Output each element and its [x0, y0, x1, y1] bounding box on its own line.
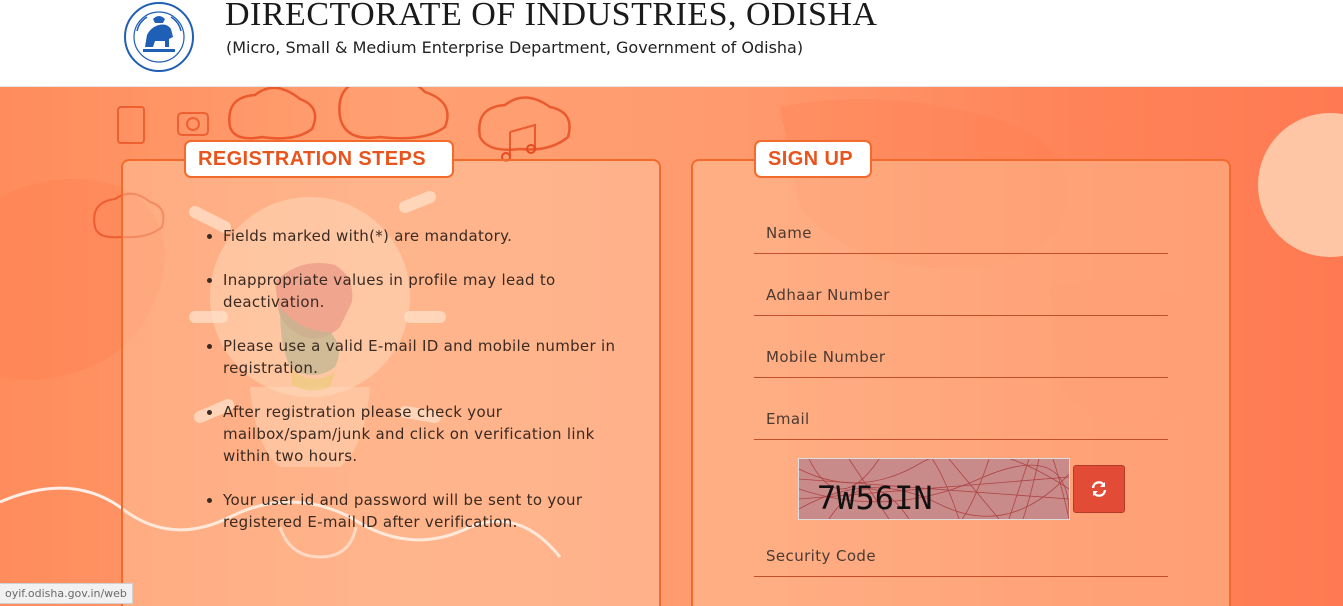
aadhaar-field-wrapper [754, 275, 1168, 316]
signup-panel: SIGN UP Name Adhaar Number Mobile Number… [691, 140, 1231, 606]
refresh-icon [1091, 481, 1107, 497]
mobile-input[interactable] [754, 337, 1168, 377]
page-subtitle: (Micro, Small & Medium Enterprise Depart… [226, 38, 804, 57]
hero-section: REGISTRATION STEPS Fields marked with(*)… [0, 87, 1343, 606]
site-header: DIRECTORATE OF INDUSTRIES, ODISHA (Micro… [0, 0, 1343, 87]
page-title: DIRECTORATE OF INDUSTRIES, ODISHA [225, 0, 878, 33]
registration-steps-heading: REGISTRATION STEPS [184, 140, 454, 178]
status-bar-url: oyif.odisha.gov.in/web [0, 583, 133, 604]
odisha-emblem-icon [124, 2, 194, 72]
step-item: Your user id and password will be sent t… [223, 489, 623, 533]
mobile-field-wrapper [754, 337, 1168, 378]
step-item: Inappropriate values in profile may lead… [223, 269, 623, 313]
step-item: Fields marked with(*) are mandatory. [223, 225, 623, 247]
name-input[interactable] [754, 213, 1168, 253]
registration-steps-list: Fields marked with(*) are mandatory. Ina… [203, 225, 623, 555]
security-code-input[interactable] [754, 536, 1168, 576]
aadhaar-input[interactable] [754, 275, 1168, 315]
captcha-text: 7W56IN [817, 479, 933, 517]
captcha-image: 7W56IN [798, 458, 1070, 520]
step-item: After registration please check your mai… [223, 401, 623, 467]
email-field-wrapper [754, 399, 1168, 440]
name-field-wrapper [754, 213, 1168, 254]
step-item: Please use a valid E-mail ID and mobile … [223, 335, 623, 379]
email-input[interactable] [754, 399, 1168, 439]
security-code-field-wrapper [754, 536, 1168, 577]
refresh-captcha-button[interactable] [1073, 465, 1125, 513]
signup-heading: SIGN UP [754, 140, 872, 178]
registration-steps-panel: REGISTRATION STEPS Fields marked with(*)… [121, 140, 661, 606]
